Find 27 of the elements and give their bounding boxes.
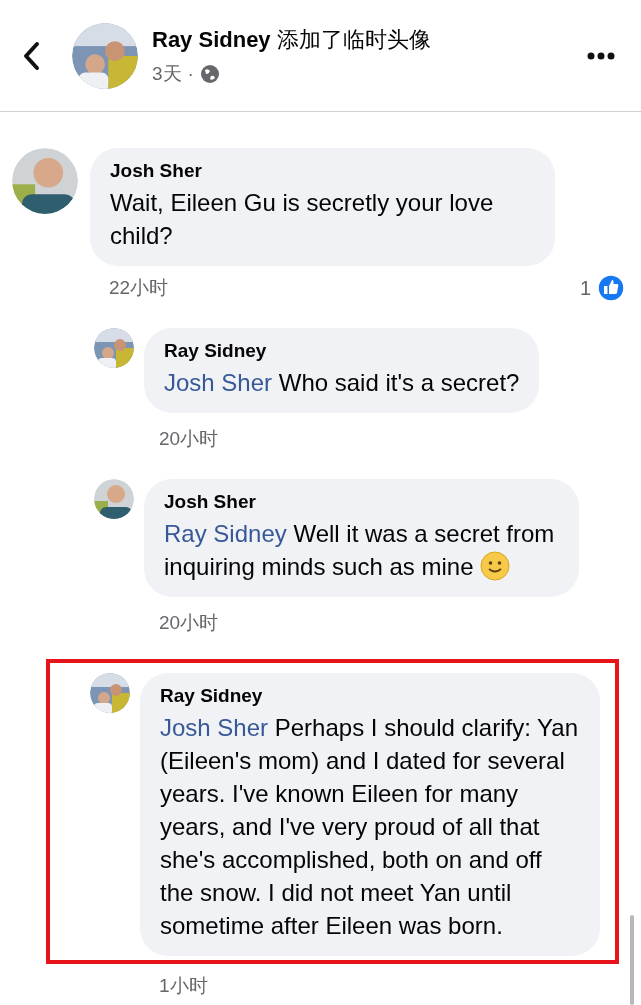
separator-dot: · [187, 62, 194, 85]
author-name[interactable]: Josh Sher [110, 160, 535, 182]
more-icon[interactable] [587, 51, 615, 60]
avatar[interactable] [94, 479, 134, 519]
scrollbar[interactable] [630, 915, 634, 1005]
like-icon[interactable] [597, 274, 625, 302]
author-name[interactable]: Josh Sher [164, 491, 559, 513]
timestamp: 1小时 [159, 974, 208, 998]
post-title: Ray Sidney 添加了临时头像 [152, 25, 432, 54]
avatar[interactable] [94, 328, 134, 368]
timestamp: 22小时 [109, 276, 170, 300]
timestamp: 20小时 [159, 427, 219, 451]
author-name[interactable]: Ray Sidney [164, 340, 520, 362]
like-count: 1 [579, 276, 591, 300]
timestamp: 20小时 [159, 611, 219, 635]
comment-text: Josh Sher Perhaps I should clarify: Yan (Eileen's mom) and I dated for several years. I've known Eileen for many years, and I've very proud of all that she's accomplished, both on and off the snow. I did not meet Yan until sometime after Eileen was born. [160, 713, 579, 941]
comment-text: Josh Sher Who said it's a secret? [164, 368, 520, 398]
comment-text: Wait, Eileen Gu is secretly your love child? [110, 188, 495, 251]
comment-text: Ray Sidney Well it was a secret from inquiring minds such as mine [164, 519, 556, 583]
avatar[interactable] [90, 673, 130, 713]
back-icon[interactable] [22, 40, 40, 71]
mention-link[interactable]: Ray Sidney [164, 520, 287, 547]
mention-link[interactable]: Josh Sher [164, 369, 273, 396]
author-name[interactable]: Ray Sidney [160, 685, 580, 707]
globe-icon [199, 63, 220, 84]
mention-link[interactable]: Josh Sher [160, 714, 269, 741]
post-time: 3天 [152, 61, 182, 86]
